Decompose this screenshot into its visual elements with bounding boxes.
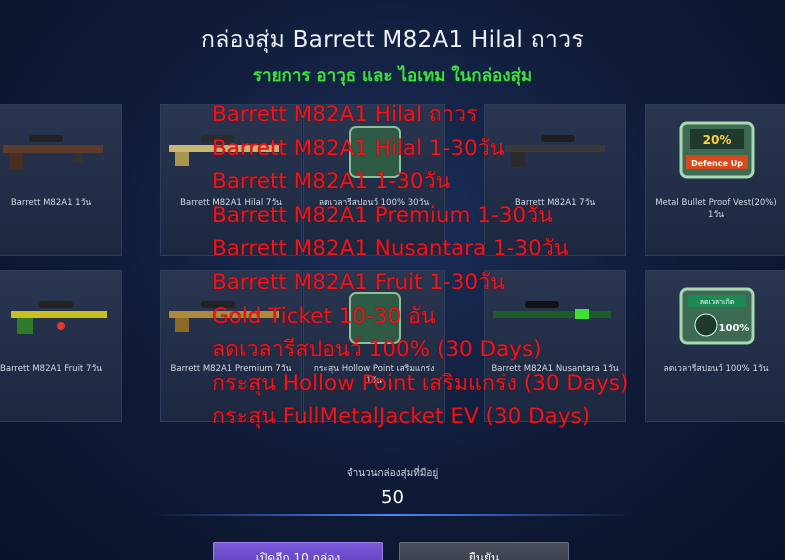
overlay-line: Barrett M82A1 1-30วัน — [212, 169, 451, 195]
overlay-line: Barrett M82A1 Nusantara 1-30วัน — [212, 236, 569, 262]
item-card[interactable]: Barrett M82A1 Fruit 7วัน — [0, 270, 122, 422]
overlay-line: ลดเวลารีสปอนว์ 100% (30 Days) — [212, 337, 542, 363]
defence-up-vest-icon: 20% Defence Up — [679, 121, 755, 179]
sniper-rifle-fruit-icon — [11, 301, 107, 334]
timer-badge: ลดเวลาเกิด — [700, 298, 735, 306]
item-label: Metal Bullet Proof Vest(20%) 1วัน — [655, 198, 777, 220]
item-card[interactable]: 20% Defence Up Metal Bullet Proof Vest(2… — [645, 104, 785, 256]
vest-badge-sub: Defence Up — [691, 159, 743, 168]
sniper-rifle-brown-icon — [3, 135, 103, 169]
respawn-timer-icon: ลดเวลาเกิด 100% — [679, 287, 755, 345]
reward-list-overlay: Barrett M82A1 Hilal ถาวร Barrett M82A1 H… — [212, 98, 628, 434]
item-card[interactable]: Barrett M82A1 1วัน — [0, 104, 122, 256]
overlay-line: กระสุน FullMetalJacket EV (30 Days) — [212, 404, 591, 430]
overlay-line: Barrett M82A1 Hilal ถาวร — [212, 102, 478, 127]
item-label: Barrett M82A1 1วัน — [10, 198, 92, 208]
overlay-line: Barrett M82A1 Premium 1-30วัน — [212, 202, 553, 228]
confirm-button[interactable]: ยืนยัน — [399, 542, 569, 560]
open-10-boxes-button[interactable]: เปิดอีก 10 กล่อง — [213, 542, 383, 560]
page-subtitle: รายการ อาวุธ และ ไอเทม ในกล่องสุ่ม — [252, 66, 533, 86]
box-count-label: จำนวนกล่องสุ่มที่มีอยู่ — [346, 468, 439, 479]
page-title: กล่องสุ่ม Barrett M82A1 Hilal ถาวร — [200, 27, 585, 53]
overlay-line: กระสุน Hollow Point เสริมแกร่ง (30 Days) — [212, 370, 629, 396]
overlay-line: Gold Ticket 10-30 อัน — [212, 303, 436, 329]
divider-glow — [150, 514, 635, 516]
item-label: Barrett M82A1 Fruit 7วัน — [0, 364, 102, 374]
timer-badge-sub: 100% — [719, 323, 750, 334]
item-card[interactable]: ลดเวลาเกิด 100% ลดเวลารีสปอนว์ 100% 1วัน — [645, 270, 785, 422]
vest-badge: 20% — [703, 133, 732, 147]
item-label: ลดเวลารีสปอนว์ 100% 1วัน — [663, 364, 769, 374]
overlay-line: Barrett M82A1 Fruit 1-30วัน — [212, 269, 505, 295]
box-count-value: 50 — [381, 487, 404, 508]
overlay-line: Barrett M82A1 Hilal 1-30วัน — [212, 135, 505, 161]
